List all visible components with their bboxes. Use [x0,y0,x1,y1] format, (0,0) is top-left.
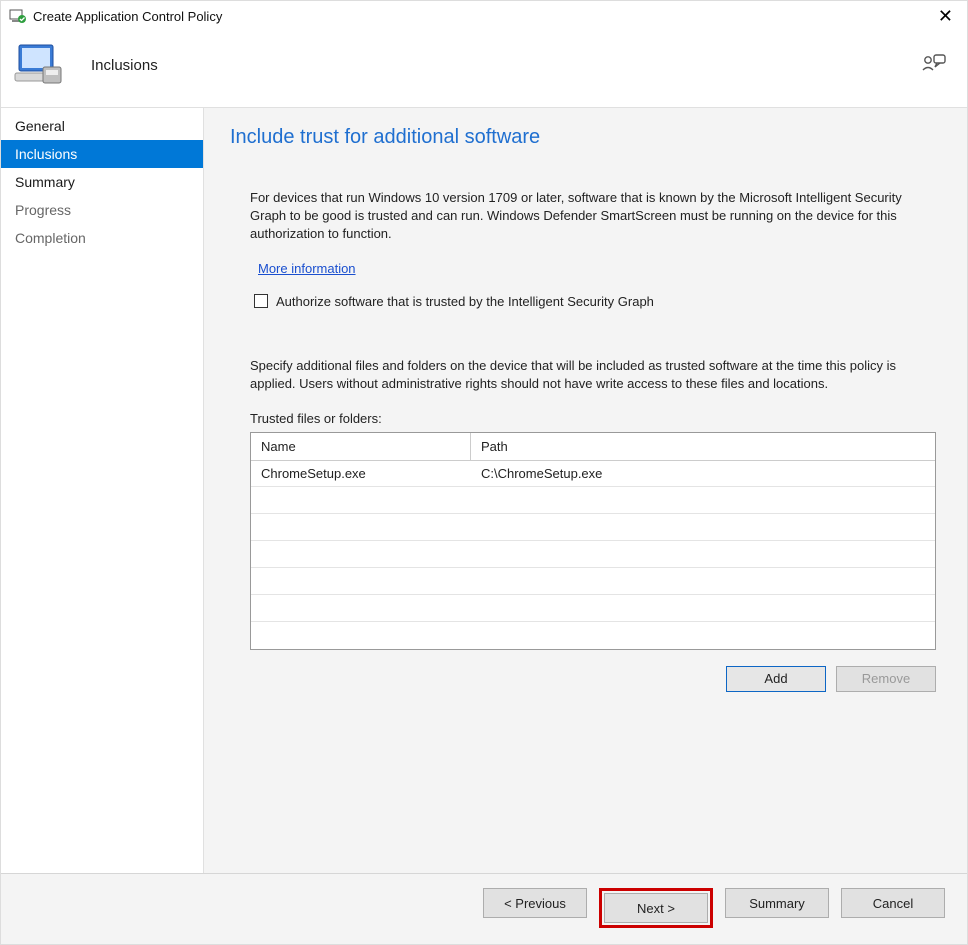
table-row [251,595,935,622]
titlebar: Create Application Control Policy ✕ [1,1,967,31]
header-left: Inclusions [13,41,158,89]
previous-button[interactable]: < Previous [483,888,587,918]
main-heading: Include trust for additional software [230,126,941,149]
window-title: Create Application Control Policy [33,9,222,24]
main-panel: Include trust for additional software Fo… [204,108,967,873]
sidebar-item-progress[interactable]: Progress [1,196,203,224]
checkbox-label: Authorize software that is trusted by th… [276,294,654,309]
column-header-path[interactable]: Path [471,433,935,461]
trusted-files-label: Trusted files or folders: [250,411,921,426]
cell-path: C:\ChromeSetup.exe [471,461,935,486]
next-button[interactable]: Next > [604,893,708,923]
table-row [251,568,935,595]
table-row [251,487,935,514]
trusted-files-table: Name Path ChromeSetup.exe C:\ChromeSetup… [250,432,936,650]
summary-button[interactable]: Summary [725,888,829,918]
remove-button: Remove [836,666,936,692]
next-highlight: Next > [599,888,713,928]
intro-text: For devices that run Windows 10 version … [250,189,921,243]
column-header-name[interactable]: Name [251,433,471,461]
wizard-window: Create Application Control Policy ✕ Incl… [0,0,968,945]
sidebar-item-general[interactable]: General [1,112,203,140]
sidebar-item-label: Inclusions [15,146,77,162]
page-title: Inclusions [91,57,158,74]
sidebar-item-label: Progress [15,202,71,218]
cell-name: ChromeSetup.exe [251,461,471,486]
table-buttons: Add Remove [250,666,936,692]
table-row[interactable]: ChromeSetup.exe C:\ChromeSetup.exe [251,461,935,487]
sidebar-item-summary[interactable]: Summary [1,168,203,196]
app-policy-icon [9,8,27,24]
computer-icon [13,41,67,89]
table-row [251,622,935,649]
table-header-row: Name Path [251,433,935,461]
close-icon[interactable]: ✕ [932,6,959,27]
cancel-button[interactable]: Cancel [841,888,945,918]
sidebar-item-label: Completion [15,230,86,246]
checkbox-icon [254,294,268,308]
sidebar-item-label: Summary [15,174,75,190]
more-information-link[interactable]: More information [250,261,356,276]
table-row [251,514,935,541]
sidebar: General Inclusions Summary Progress Comp… [1,108,204,873]
authorize-isg-checkbox[interactable]: Authorize software that is trusted by th… [250,294,921,309]
additional-text: Specify additional files and folders on … [250,357,921,393]
titlebar-left: Create Application Control Policy [9,8,222,24]
sidebar-item-inclusions[interactable]: Inclusions [1,140,203,168]
wizard-body: General Inclusions Summary Progress Comp… [1,107,967,873]
table-row [251,541,935,568]
feedback-icon[interactable] [921,53,947,78]
wizard-footer: < Previous Next > Summary Cancel [1,873,967,944]
wizard-header: Inclusions [1,31,967,107]
sidebar-item-label: General [15,118,65,134]
sidebar-item-completion[interactable]: Completion [1,224,203,252]
add-button[interactable]: Add [726,666,826,692]
